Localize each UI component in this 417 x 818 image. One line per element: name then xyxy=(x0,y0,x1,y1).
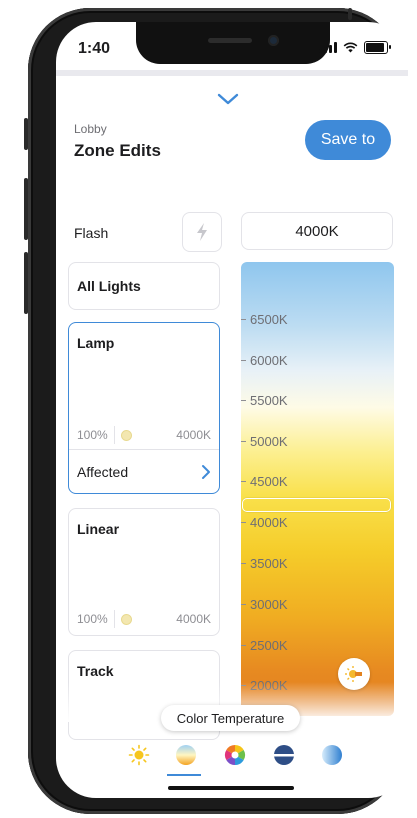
kelvin-value: 4000K xyxy=(176,612,211,626)
zone-card-title: Lamp xyxy=(77,335,115,351)
tick-5000k: 5000K xyxy=(241,434,288,449)
zone-card-title: Linear xyxy=(77,521,120,537)
page-title: Zone Edits xyxy=(74,141,161,160)
color-swatch-icon xyxy=(120,429,132,441)
tab-color-temperature[interactable] xyxy=(173,742,199,768)
tab-gradient[interactable] xyxy=(319,742,345,768)
divider xyxy=(113,426,115,444)
collapse-chevron-icon[interactable] xyxy=(217,92,239,106)
tick-2500k: 2500K xyxy=(241,638,288,653)
color-temperature-slider[interactable]: 6500K 6000K 5500K 5000K 4500K 4000K 3500… xyxy=(241,262,394,716)
divider xyxy=(113,610,115,628)
chevron-right-icon xyxy=(202,464,210,479)
color-swatch-icon xyxy=(120,613,132,625)
battery-icon xyxy=(364,41,391,54)
zone-card-lamp[interactable]: Lamp 100% 4000K Affected xyxy=(68,322,220,494)
active-tab-indicator xyxy=(167,774,201,776)
mute-switch xyxy=(24,118,28,150)
tick-6000k: 6000K xyxy=(241,353,288,368)
signal-icon xyxy=(319,42,337,53)
brightness-value: 100% xyxy=(77,428,108,442)
sheet-top-bar xyxy=(56,70,408,76)
tab-brightness[interactable] xyxy=(126,742,152,768)
volume-down-button xyxy=(24,252,28,314)
frame-antenna-band xyxy=(348,8,352,20)
tick-3000k: 3000K xyxy=(241,597,288,612)
home-indicator[interactable] xyxy=(168,786,294,790)
affected-label: Affected xyxy=(77,463,129,480)
zone-card-all-lights[interactable]: All Lights xyxy=(68,262,220,310)
tick-6500k: 6500K xyxy=(241,312,288,327)
zone-card-title: Track xyxy=(77,663,114,679)
status-time: 1:40 xyxy=(78,40,111,57)
gradient-icon xyxy=(322,745,342,765)
zone-group-subtitle: Lobby xyxy=(74,122,107,136)
tab-tooltip: Color Temperature xyxy=(161,705,300,731)
tick-3500k: 3500K xyxy=(241,556,288,571)
notch xyxy=(136,22,330,64)
zone-card-linear[interactable]: Linear 100% 4000K xyxy=(68,508,220,636)
brightness-value: 100% xyxy=(77,612,108,626)
zone-card-meta: 100% 4000K xyxy=(77,426,211,444)
saturation-icon xyxy=(274,745,294,765)
mode-tab-bar xyxy=(126,742,346,770)
flash-button[interactable] xyxy=(182,212,222,252)
wifi-icon xyxy=(343,42,358,53)
tick-4000k: 4000K xyxy=(241,515,288,530)
save-to-button[interactable]: Save to xyxy=(305,120,391,160)
sun-picker-icon xyxy=(345,666,362,682)
front-camera xyxy=(268,35,279,46)
zone-card-title: All Lights xyxy=(77,278,141,294)
flash-label: Flash xyxy=(74,225,109,241)
app-screen: 1:40 Lobby Zone Edits Save to Flash 4000… xyxy=(56,22,408,798)
zone-card-meta: 100% 4000K xyxy=(77,610,211,628)
lightning-icon xyxy=(197,223,207,241)
slider-handle[interactable] xyxy=(242,498,391,512)
tick-4500k: 4500K xyxy=(241,474,288,489)
kelvin-value: 4000K xyxy=(176,428,211,442)
kelvin-readout[interactable]: 4000K xyxy=(241,212,393,250)
affected-row[interactable]: Affected xyxy=(69,449,219,493)
tab-color-wheel[interactable] xyxy=(222,742,248,768)
color-wheel-icon xyxy=(224,744,246,766)
speaker-grille xyxy=(208,38,252,43)
sun-icon xyxy=(128,744,150,766)
tick-5500k: 5500K xyxy=(241,393,288,408)
volume-up-button xyxy=(24,178,28,240)
color-temperature-icon xyxy=(176,745,196,765)
status-icons xyxy=(319,41,391,54)
tab-saturation[interactable] xyxy=(271,742,297,768)
